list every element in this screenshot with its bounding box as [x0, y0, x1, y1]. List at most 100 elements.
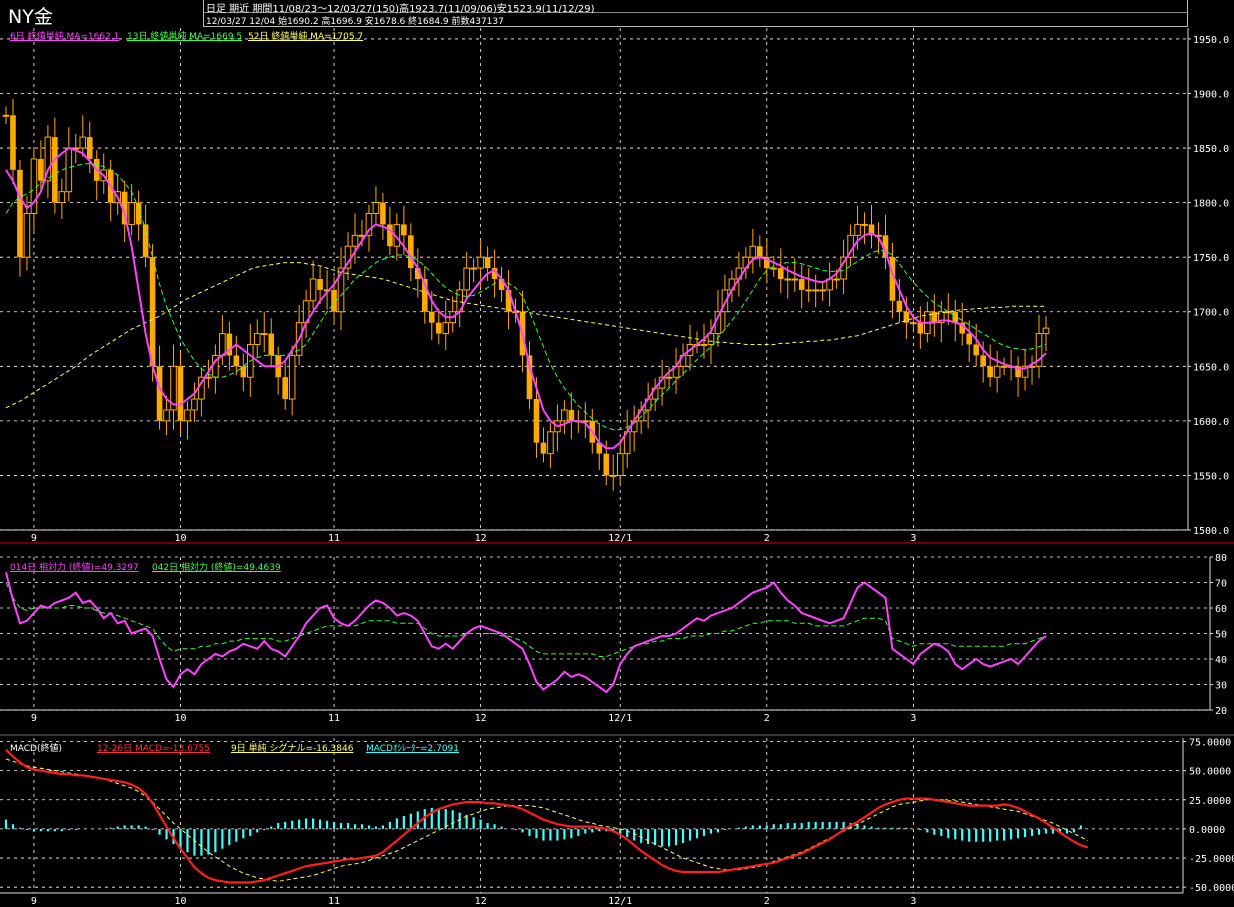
chart-title: NY金 — [8, 6, 53, 28]
candle-body-up — [65, 147, 73, 193]
candle-body-up — [191, 398, 198, 411]
candle-body-up — [854, 223, 861, 236]
candle-body-down — [757, 246, 763, 258]
y-tick-label: 1500.0 — [1193, 526, 1229, 537]
candle-body-up — [58, 191, 66, 204]
candle-body-down — [896, 300, 903, 312]
candle-body-up — [253, 333, 261, 345]
legend-macd-title: MACD(終値) — [10, 744, 63, 754]
candle-body-down — [987, 366, 993, 378]
candle-body-down — [233, 355, 240, 367]
candle-body-up — [833, 278, 840, 281]
candle-body-up — [260, 333, 268, 336]
candle-body-up — [2, 114, 10, 117]
candle-body-down — [917, 322, 924, 334]
candle-body-up — [309, 278, 317, 302]
candle-body-down — [387, 224, 393, 247]
x-tick-label: 12/1 — [608, 533, 632, 544]
candle-body-up — [372, 202, 380, 215]
candle-body-down — [435, 322, 442, 334]
candle-body-up — [749, 245, 757, 258]
candle-body-up — [665, 376, 673, 379]
candle-body-down — [86, 137, 93, 159]
y-tick-label: 70 — [1215, 579, 1227, 590]
candle-body-up — [463, 267, 470, 291]
candle-body-up — [442, 322, 450, 335]
y-tick-label: 1950.0 — [1193, 35, 1229, 46]
rsi14-line — [5, 572, 1047, 694]
candle-body-up — [819, 289, 826, 292]
y-tick-label: 1650.0 — [1193, 362, 1229, 373]
y-tick-label: 50.0000 — [1189, 767, 1231, 778]
x-tick-label: 12 — [475, 896, 487, 907]
candle-body-up — [616, 453, 624, 476]
candle-body-down — [540, 442, 547, 454]
x-tick-label: 10 — [174, 713, 186, 724]
x-tick-label: 11 — [328, 896, 340, 907]
candle-body-down — [408, 235, 414, 269]
candle-body-down — [973, 344, 980, 356]
candle-body-down — [10, 115, 16, 170]
y-tick-label: 80 — [1215, 553, 1227, 564]
candle-body-up — [861, 223, 868, 226]
legend-ma6: 6日 終値単純 MA=1662.1 — [10, 32, 120, 42]
y-tick-label: 30 — [1215, 681, 1227, 692]
candle-body-up — [288, 354, 296, 400]
y-tick-label: -25.0000 — [1189, 854, 1234, 865]
y-tick-label: -50.0000 — [1189, 883, 1234, 894]
candle-body-up — [561, 409, 568, 422]
candle-body-down — [177, 366, 184, 421]
y-tick-label: 1700.0 — [1193, 308, 1229, 319]
y-tick-label: 1600.0 — [1193, 417, 1229, 428]
candle-body-up — [163, 409, 170, 422]
candle-body-up — [470, 267, 477, 270]
x-tick-label: 10 — [174, 896, 186, 907]
x-tick-label: 10 — [174, 533, 186, 544]
candle-body-up — [184, 409, 191, 422]
candle-body-up — [812, 289, 819, 292]
candle-body-up — [707, 333, 715, 345]
x-tick-label: 2 — [764, 533, 770, 544]
price-info: 12/03/27 12/04 始1690.2 高1696.9 安1678.6 終… — [206, 17, 504, 27]
candle-body-down — [568, 409, 575, 421]
legend-signal: 9日 単純 シグナル=-16.3846 — [231, 744, 354, 754]
candle-body-up — [1000, 365, 1008, 368]
candle-body-up — [770, 267, 778, 270]
period-info: 日足 期近 期間11/08/23～12/03/27(150)高1923.7(11… — [206, 4, 595, 15]
x-tick-label: 11 — [328, 713, 340, 724]
candle-body-up — [351, 234, 359, 247]
legend-rsi14: 014日 相対力 (終値)=49.3297 — [10, 563, 139, 573]
candle-body-down — [282, 377, 288, 400]
candle-body-down — [533, 399, 540, 443]
legend-rsi42: 042日 相対力 (終値)=49.4639 — [152, 563, 281, 573]
legend-oscillator: MACDｵｼﾚｰﾀｰ=2.7091 — [366, 744, 460, 754]
x-tick-label: 9 — [31, 533, 37, 544]
candle-body-down — [603, 453, 610, 476]
candle-body-up — [205, 376, 212, 379]
x-tick-label: 3 — [910, 533, 916, 544]
y-tick-label: 0.0000 — [1189, 825, 1225, 836]
candle-body-down — [380, 202, 386, 225]
candle-body-up — [791, 278, 799, 281]
y-tick-label: 1800.0 — [1193, 199, 1229, 210]
legend-ma52: 52日 終値単純 MA=1705.7 — [248, 32, 364, 42]
candle-body-down — [966, 333, 973, 345]
y-tick-label: 1750.0 — [1193, 253, 1229, 264]
candle-body-up — [993, 365, 1001, 378]
candle-body-down — [240, 366, 247, 378]
candle-body-up — [609, 474, 617, 477]
x-tick-label: 3 — [910, 713, 916, 724]
candle-body-up — [79, 136, 87, 149]
x-tick-label: 9 — [31, 896, 37, 907]
y-tick-label: 50 — [1215, 630, 1227, 641]
candle-body-down — [952, 311, 959, 323]
candle-body-up — [910, 322, 917, 325]
candle-body-down — [156, 366, 163, 421]
candle-body-up — [1042, 327, 1050, 335]
candle-body-up — [219, 333, 226, 356]
y-tick-label: 1900.0 — [1193, 89, 1229, 100]
y-tick-label: 20 — [1215, 706, 1227, 717]
legend-macd: 12-26日 MACD=-13.6755 — [97, 744, 210, 754]
y-tick-label: 1550.0 — [1193, 471, 1229, 482]
candle-body-down — [401, 224, 407, 236]
